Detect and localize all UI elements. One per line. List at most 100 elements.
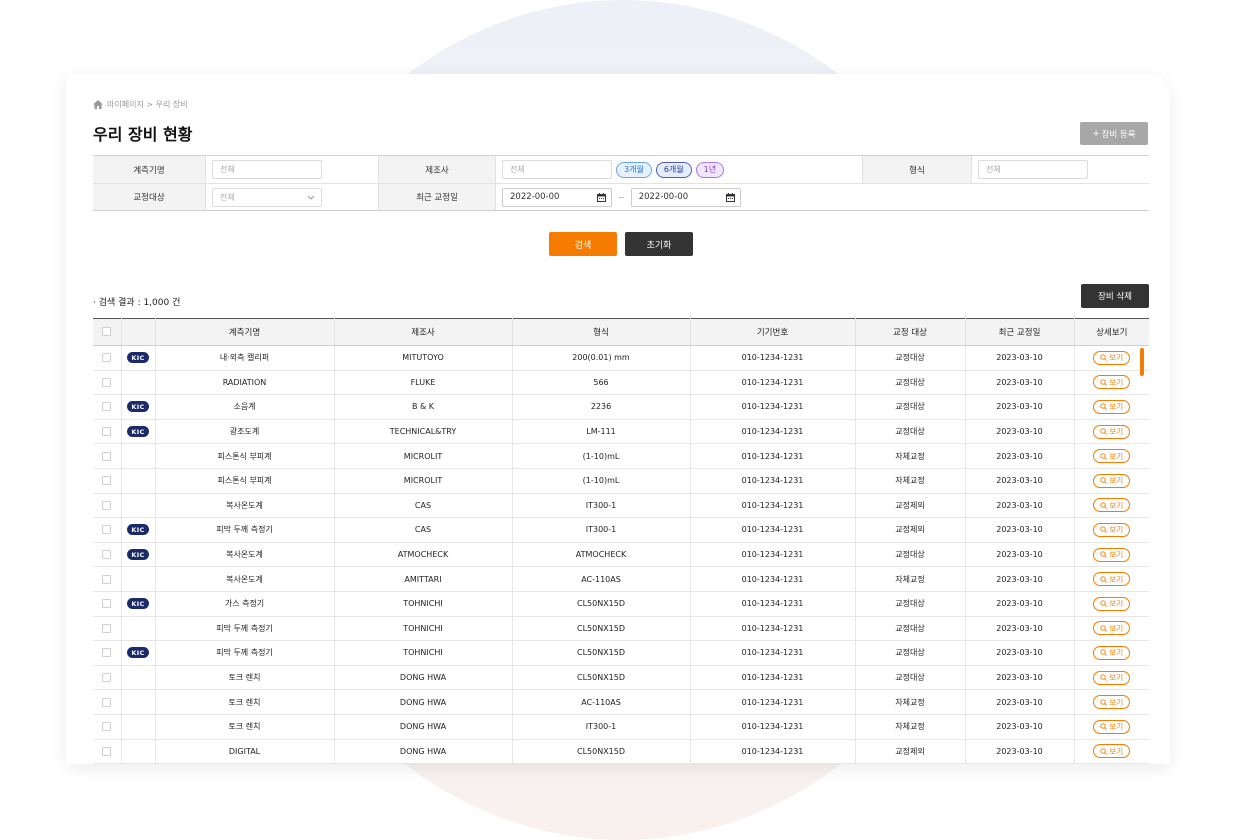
quick-3months-button[interactable]: 3개월 bbox=[616, 161, 652, 178]
view-detail-button[interactable]: 보기 bbox=[1093, 572, 1131, 587]
model-label: 형식 bbox=[863, 156, 972, 183]
view-detail-label: 보기 bbox=[1109, 746, 1124, 756]
row-checkbox[interactable] bbox=[102, 673, 112, 683]
breadcrumb-path[interactable]: 마이페이지 > 우리 장비 bbox=[107, 99, 188, 110]
row-checkbox[interactable] bbox=[102, 377, 112, 387]
calendar-icon[interactable] bbox=[725, 192, 735, 202]
view-detail-button[interactable]: 보기 bbox=[1093, 695, 1131, 710]
cell-detail: 보기 bbox=[1074, 493, 1149, 519]
search-button[interactable]: 검색 bbox=[549, 232, 617, 256]
view-detail-button[interactable]: 보기 bbox=[1093, 744, 1131, 759]
view-detail-button[interactable]: 보기 bbox=[1093, 498, 1131, 513]
search-icon bbox=[1100, 723, 1108, 731]
select-all-checkbox[interactable] bbox=[102, 327, 112, 336]
date-from-input[interactable]: 2022-00-00 bbox=[502, 187, 612, 207]
search-icon bbox=[1100, 674, 1108, 681]
register-equipment-button[interactable]: + 장비 등록 bbox=[1080, 122, 1148, 145]
table-scrollbar[interactable] bbox=[1140, 348, 1144, 376]
cell-detail: 보기 bbox=[1074, 517, 1149, 543]
search-icon bbox=[1100, 428, 1108, 435]
delete-equipment-button[interactable]: 장비 삭제 bbox=[1081, 284, 1149, 308]
row-checkbox-cell bbox=[93, 689, 122, 715]
cell-manufacturer: DONG HWA bbox=[334, 739, 513, 764]
search-icon bbox=[1100, 453, 1108, 460]
view-detail-button[interactable]: 보기 bbox=[1093, 719, 1131, 734]
cell-calibration-target: 교정대상 bbox=[855, 419, 966, 445]
view-detail-button[interactable]: 보기 bbox=[1093, 547, 1131, 562]
quick-1year-button[interactable]: 1년 bbox=[695, 161, 725, 178]
kic-badge: KIC bbox=[127, 524, 149, 536]
chevron-down-icon bbox=[307, 195, 315, 200]
cell-calibration-target: 교정제외 bbox=[855, 517, 966, 543]
cell-recent-calibration: 2023-03-10 bbox=[965, 566, 1075, 592]
cell-manufacturer: ATMOCHECK bbox=[334, 542, 513, 568]
row-checkbox-cell bbox=[93, 665, 122, 691]
view-detail-button[interactable]: 보기 bbox=[1093, 473, 1131, 488]
cell-manufacturer: AMITTARI bbox=[334, 566, 513, 592]
row-checkbox[interactable] bbox=[102, 697, 112, 707]
table-row: 피스톤식 부피계 MICROLIT (1-10)mL 010-1234-1231 자체교… bbox=[93, 468, 1149, 494]
reset-button[interactable]: 초기화 bbox=[625, 232, 693, 256]
view-detail-button[interactable]: 보기 bbox=[1093, 424, 1131, 439]
cell-recent-calibration: 2023-03-10 bbox=[965, 616, 1075, 642]
row-checkbox[interactable] bbox=[102, 353, 112, 363]
view-detail-label: 보기 bbox=[1109, 599, 1124, 609]
cell-recent-calibration: 2023-03-10 bbox=[965, 689, 1075, 715]
row-checkbox[interactable] bbox=[102, 451, 112, 461]
row-checkbox-cell bbox=[93, 542, 122, 568]
cell-recent-calibration: 2023-03-10 bbox=[965, 345, 1075, 371]
cell-serial: 010-1234-1231 bbox=[690, 739, 856, 764]
cell-manufacturer: B & K bbox=[334, 394, 513, 420]
date-from-value: 2022-00-00 bbox=[510, 192, 560, 202]
view-detail-label: 보기 bbox=[1109, 722, 1124, 732]
calibration-target-label: 교정대상 bbox=[93, 184, 206, 210]
row-checkbox[interactable] bbox=[102, 402, 112, 412]
cell-measure-name: 복사온도계 bbox=[155, 542, 335, 568]
row-checkbox-cell bbox=[93, 566, 122, 592]
cell-model: CL50NX15D bbox=[512, 591, 691, 617]
plus-icon: + bbox=[1092, 128, 1100, 139]
table-row: KIC 가스 측정기 TOHNICHI CL50NX15D 010-1234-1231 교… bbox=[93, 591, 1149, 617]
row-checkbox[interactable] bbox=[102, 427, 112, 437]
table-row: KIC 내·외측 캘리퍼 MITUTOYO 200(0.01) mm 010-1234-… bbox=[93, 345, 1149, 371]
cell-serial: 010-1234-1231 bbox=[690, 370, 856, 396]
row-checkbox[interactable] bbox=[102, 746, 112, 756]
view-detail-button[interactable]: 보기 bbox=[1093, 670, 1131, 685]
quick-6months-button[interactable]: 6개월 bbox=[655, 161, 692, 178]
calibration-target-select[interactable]: 전체 bbox=[212, 187, 322, 207]
cell-manufacturer: TECHNICAL&TRY bbox=[334, 419, 513, 445]
model-input[interactable]: 전체 bbox=[978, 160, 1088, 179]
calendar-icon[interactable] bbox=[597, 192, 606, 202]
cell-calibration-target: 교정대상 bbox=[855, 542, 966, 568]
view-detail-button[interactable]: 보기 bbox=[1093, 596, 1131, 611]
row-checkbox[interactable] bbox=[102, 648, 112, 658]
search-filter: 계측기명 전체 제조사 전체 3개월 6개월 1년 형식 전체 교정대상 전체 bbox=[93, 155, 1149, 211]
date-to-input[interactable]: 2022-00-00 bbox=[630, 187, 741, 207]
row-checkbox[interactable] bbox=[102, 722, 112, 732]
view-detail-button[interactable]: 보기 bbox=[1093, 522, 1131, 537]
kic-badge: KIC bbox=[127, 401, 149, 413]
row-checkbox[interactable] bbox=[102, 599, 112, 609]
view-detail-button[interactable]: 보기 bbox=[1093, 645, 1131, 660]
view-detail-button[interactable]: 보기 bbox=[1093, 449, 1131, 464]
measure-name-input[interactable]: 전체 bbox=[212, 160, 322, 179]
row-checkbox[interactable] bbox=[102, 623, 112, 633]
row-checkbox[interactable] bbox=[102, 550, 112, 560]
cell-calibration-target: 교정대상 bbox=[855, 370, 966, 396]
row-checkbox[interactable] bbox=[102, 500, 112, 510]
view-detail-button[interactable]: 보기 bbox=[1093, 399, 1131, 414]
row-checkbox[interactable] bbox=[102, 574, 112, 584]
row-checkbox[interactable] bbox=[102, 476, 112, 486]
table-row: KIC 소음계 B & K 2236 010-1234-1231 교정대상 2023-03-… bbox=[93, 394, 1149, 420]
view-detail-button[interactable]: 보기 bbox=[1093, 350, 1131, 365]
row-checkbox-cell bbox=[93, 640, 122, 666]
cell-manufacturer: TOHNICHI bbox=[334, 640, 513, 666]
kic-badge: KIC bbox=[127, 598, 149, 610]
table-row: KIC 광조도계 TECHNICAL&TRY LM-111 010-1234-1231 교… bbox=[93, 419, 1149, 445]
manufacturer-input[interactable]: 전체 bbox=[502, 160, 612, 179]
home-icon[interactable] bbox=[93, 100, 103, 109]
view-detail-button[interactable]: 보기 bbox=[1093, 375, 1131, 390]
header-measure-name: 계측기명 bbox=[155, 318, 335, 346]
view-detail-button[interactable]: 보기 bbox=[1093, 621, 1131, 636]
row-checkbox[interactable] bbox=[102, 525, 112, 535]
